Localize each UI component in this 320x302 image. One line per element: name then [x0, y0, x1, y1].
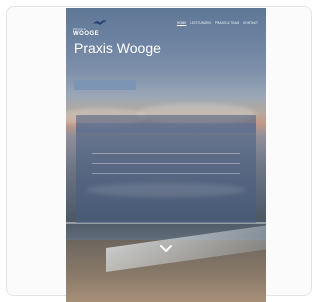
opening-hours-heading: [76, 123, 256, 133]
opening-hours-panel: [76, 115, 256, 223]
cta-button[interactable]: [74, 80, 136, 90]
divider: [92, 173, 240, 174]
chevron-down-icon[interactable]: [158, 244, 174, 254]
nav-item-leistungen[interactable]: LEISTUNGEN: [190, 21, 210, 25]
bird-icon: [93, 20, 107, 25]
nav-item-kontakt[interactable]: KONTAKT: [243, 21, 258, 25]
hours-row: [92, 147, 240, 154]
main-nav: HOME LEISTUNGEN PRAXIS & TEAM KONTAKT: [177, 21, 258, 25]
website-screenshot: PRAXIS WOOGE HOME LEISTUNGEN PRAXIS & TE…: [66, 8, 266, 302]
divider: [92, 153, 240, 154]
page-subtitle: [74, 64, 254, 67]
logo-big-text: WOOGE: [73, 31, 100, 37]
page-title: Praxis Wooge: [74, 40, 161, 56]
nav-item-home[interactable]: HOME: [177, 21, 187, 25]
divider: [92, 163, 240, 164]
hours-row: [92, 167, 240, 174]
nav-item-praxis-team[interactable]: PRAXIS & TEAM: [215, 21, 239, 25]
hours-row: [92, 157, 240, 164]
